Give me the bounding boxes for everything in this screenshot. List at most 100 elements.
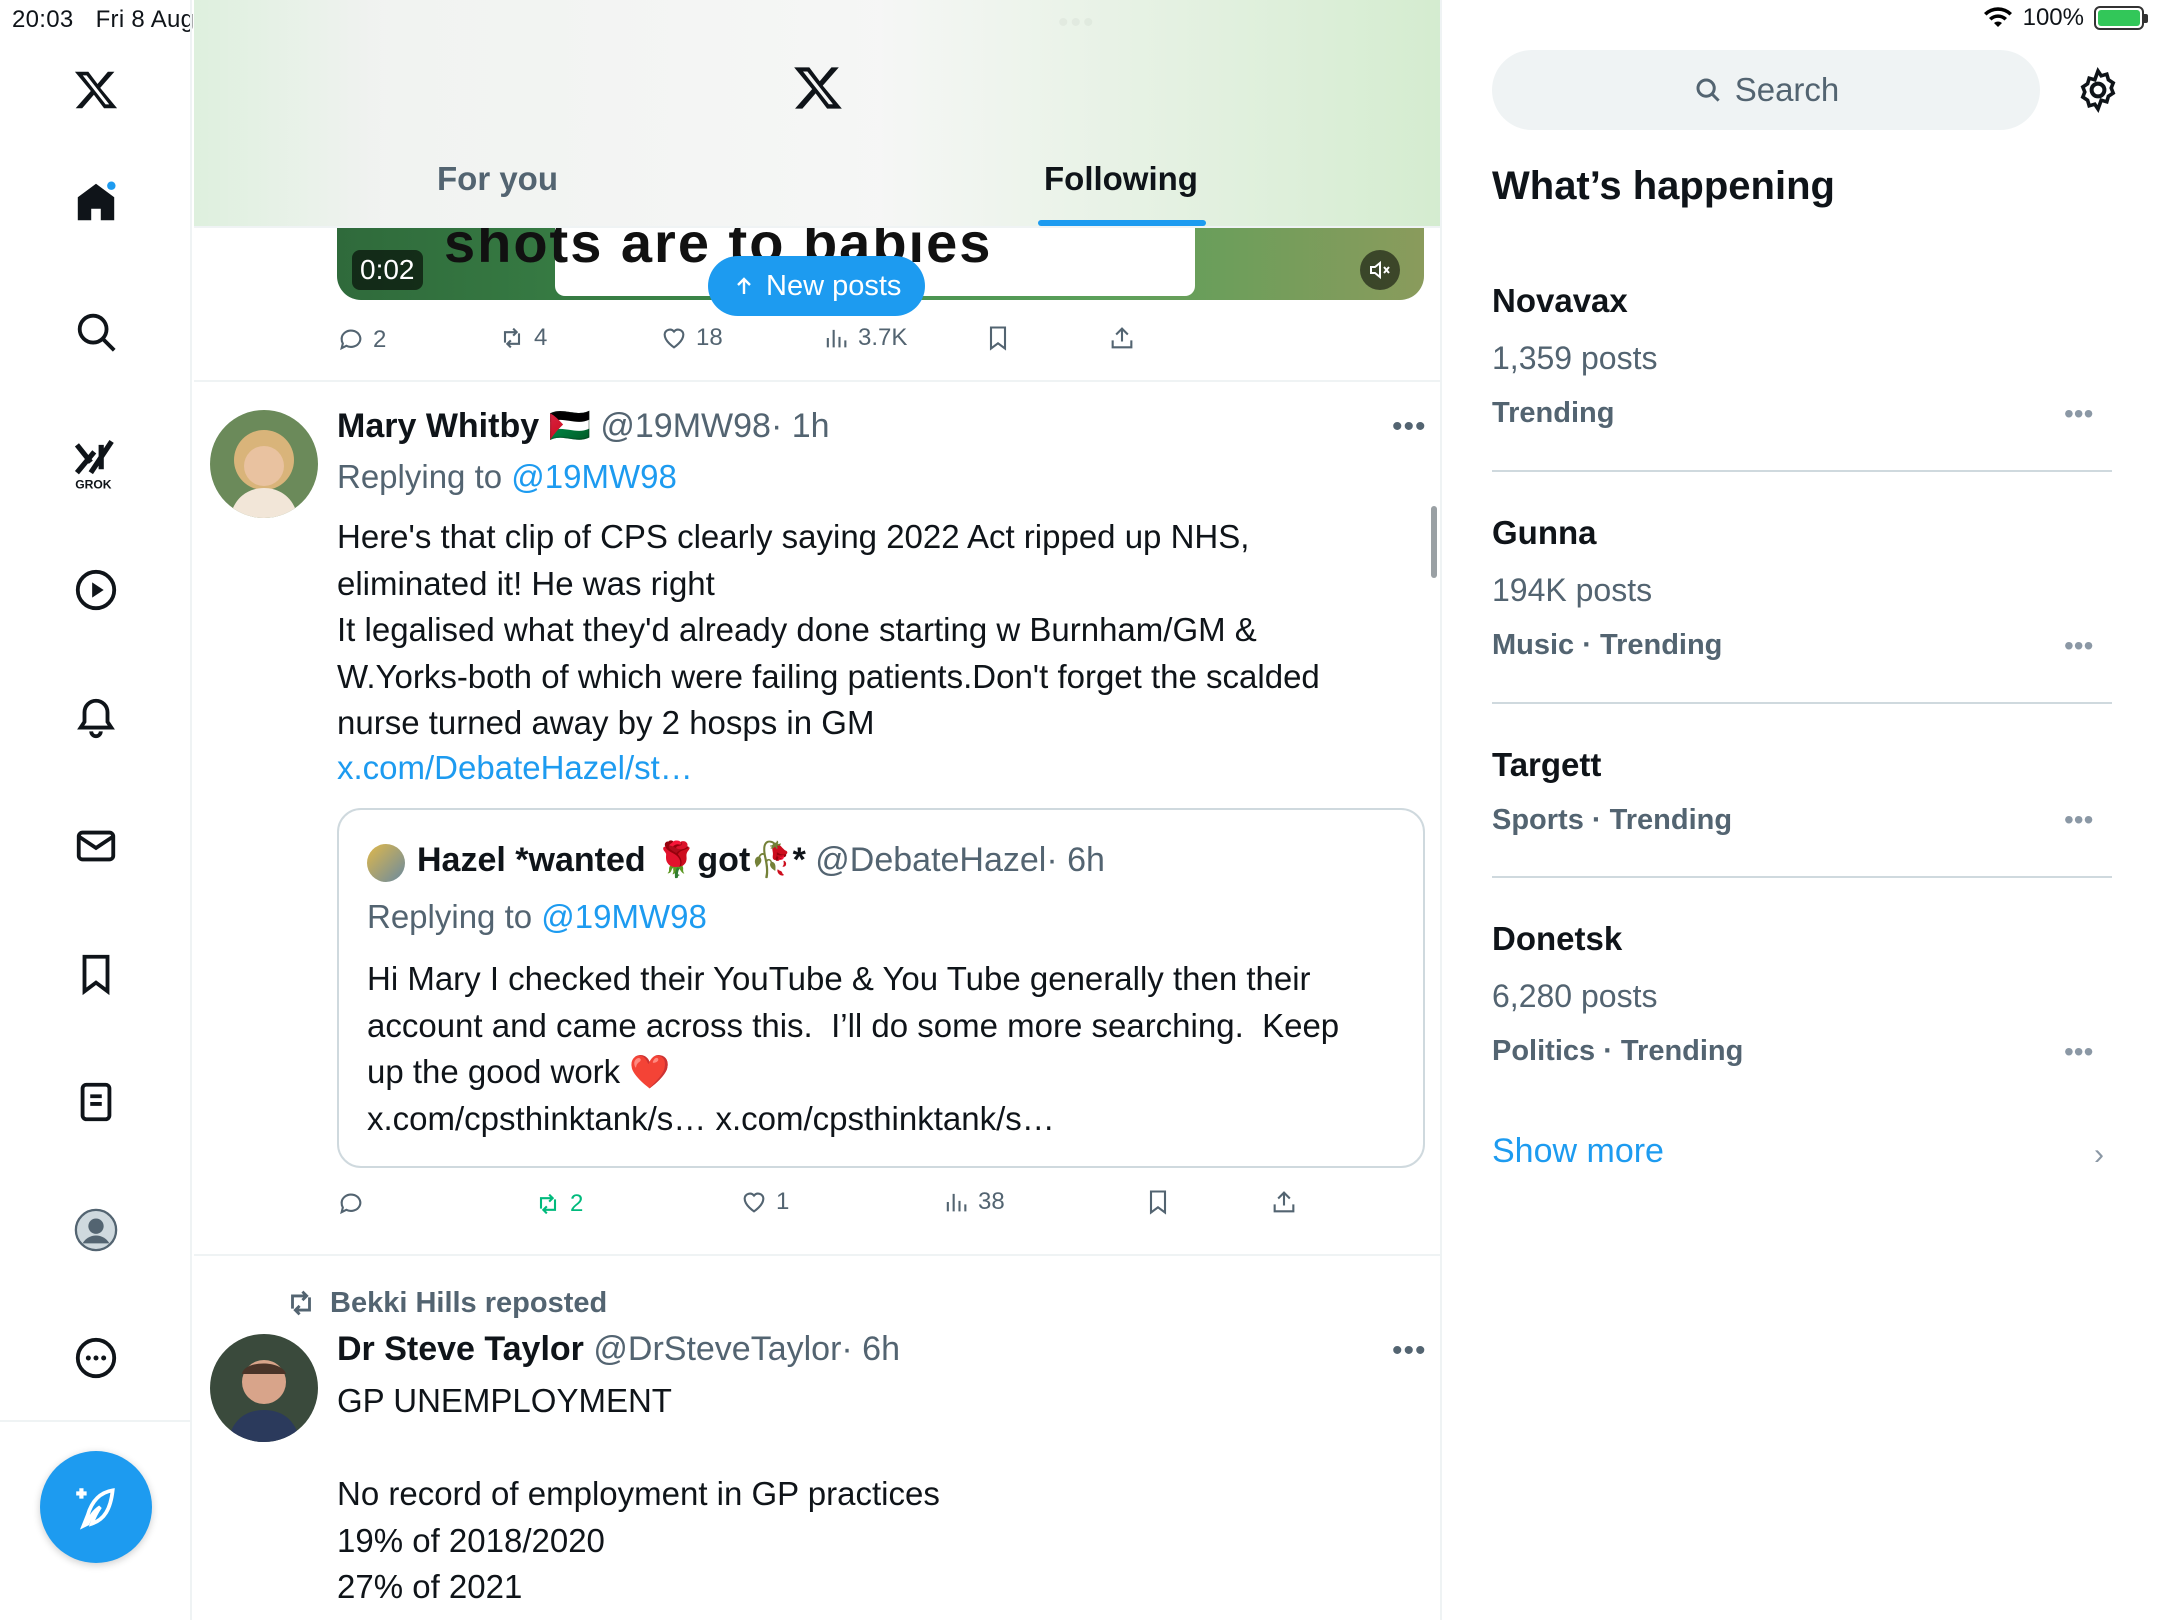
heart-icon (663, 328, 685, 349)
lists-icon[interactable] (66, 1072, 126, 1132)
post-time: · 1h (770, 407, 830, 445)
quote-replying-to-link[interactable]: @19MW98 (541, 898, 707, 935)
show-more-link[interactable]: Show more (1492, 1132, 1664, 1171)
chevron-right-icon: › (2094, 1138, 2104, 1171)
share-button[interactable] (1270, 1188, 1298, 1216)
like-count: 18 (696, 324, 723, 351)
repost-icon (503, 327, 521, 349)
timeline-header: For you Following (194, 0, 1440, 228)
tab-following[interactable]: Following (1044, 160, 1198, 198)
repost-icon (291, 1290, 311, 1316)
author-handle[interactable]: @19MW98 (600, 407, 771, 445)
explore-search-icon[interactable] (66, 302, 126, 362)
post-time: · 6h (841, 1330, 900, 1368)
trend-more-icon[interactable]: ••• (2064, 1036, 2093, 1068)
compose-post-button[interactable] (40, 1451, 152, 1563)
reply-button[interactable]: 2 (337, 326, 386, 354)
flag-emoji: 🇵🇸 (548, 407, 591, 445)
notifications-bell-icon[interactable] (66, 688, 126, 748)
trend-item[interactable]: Donetsk 6,280 posts Politics · Trending (1492, 920, 2112, 1068)
views-count: 3.7K (858, 324, 908, 351)
trend-posts: 6,280 posts (1492, 978, 1658, 1014)
quoted-post[interactable]: Hazel *wanted 🌹got🥀* @DebateHazel· 6h Re… (337, 808, 1425, 1168)
video-play-icon[interactable] (66, 560, 126, 620)
bookmark-button[interactable] (984, 324, 1012, 352)
x-logo-icon[interactable] (66, 60, 126, 120)
share-icon (1273, 1191, 1295, 1213)
bookmarks-icon[interactable] (66, 944, 126, 1004)
post-divider (194, 380, 1440, 382)
share-button[interactable] (1108, 324, 1136, 352)
repost-button[interactable]: 2 (534, 1190, 583, 1218)
views-button[interactable]: 3.7K (822, 324, 907, 352)
trend-more-icon[interactable]: ••• (2064, 630, 2093, 662)
post-more-icon[interactable]: ••• (1392, 1334, 1427, 1368)
bookmark-icon (1149, 1190, 1167, 1215)
x-logo-icon[interactable] (792, 62, 844, 114)
search-input[interactable]: Search (1492, 50, 2040, 130)
left-sidebar: GROK (0, 0, 192, 1620)
like-button[interactable]: 1 (740, 1188, 789, 1216)
trend-item[interactable]: Targett Sports · Trending (1492, 746, 2112, 837)
messages-envelope-icon[interactable] (66, 816, 126, 876)
replying-to-link[interactable]: @19MW98 (511, 458, 677, 495)
views-count: 38 (978, 1188, 1005, 1215)
svg-text:GROK: GROK (75, 477, 112, 490)
reply-button[interactable] (337, 1190, 373, 1218)
trend-more-icon[interactable]: ••• (2064, 804, 2093, 836)
reply-icon (340, 1193, 362, 1215)
search-placeholder: Search (1734, 71, 1840, 108)
quote-author-handle: @DebateHazel (815, 841, 1047, 879)
trend-name: Targett (1492, 746, 1602, 783)
trend-posts: 1,359 posts (1492, 340, 1658, 376)
trend-item[interactable]: Gunna 194K posts Music · Trending (1492, 514, 2112, 662)
trend-name: Gunna (1492, 514, 1597, 551)
trend-item[interactable]: Novavax 1,359 posts Trending (1492, 282, 2112, 430)
home-icon[interactable] (66, 172, 126, 232)
mute-icon[interactable] (1360, 250, 1400, 290)
scrollbar[interactable] (1431, 506, 1437, 578)
avatar[interactable] (210, 410, 318, 518)
repost-count: 4 (534, 324, 548, 351)
post-text: Here's that clip of CPS clearly saying 2… (337, 518, 1320, 741)
bookmark-button[interactable] (1144, 1188, 1172, 1216)
profile-avatar-icon[interactable] (66, 1200, 126, 1260)
new-posts-label: New posts (766, 269, 902, 302)
new-posts-button[interactable]: New posts (708, 256, 926, 316)
quote-avatar[interactable] (367, 844, 405, 882)
bookmark-icon (989, 326, 1007, 351)
search-icon (1696, 78, 1720, 102)
video-timestamp: 0:02 (352, 250, 423, 290)
quote-replying-to: Replying to @19MW98 (367, 898, 707, 936)
post-link[interactable]: x.com/DebateHazel/st… (337, 745, 693, 792)
trend-divider (1492, 876, 2112, 878)
more-options-icon[interactable] (66, 1328, 126, 1388)
trend-more-icon[interactable]: ••• (2064, 398, 2093, 430)
gear-icon[interactable] (2074, 66, 2122, 114)
trend-posts: 194K posts (1492, 572, 1653, 608)
post-more-icon[interactable]: ••• (1392, 410, 1427, 444)
arrow-up-icon (737, 277, 751, 294)
avatar[interactable] (210, 1334, 318, 1442)
views-chart-icon (946, 1193, 967, 1212)
trend-meta: Sports · Trending (1492, 804, 1733, 836)
replying-prefix: Replying to (337, 458, 503, 495)
share-icon (1111, 327, 1133, 349)
trend-divider (1492, 702, 2112, 704)
author-name[interactable]: Mary Whitby (337, 407, 539, 445)
author-handle[interactable]: @DrSteveTaylor (593, 1330, 841, 1368)
reply-icon (340, 329, 362, 351)
tab-for-you[interactable]: For you (437, 160, 558, 198)
repost-count: 2 (570, 1190, 584, 1217)
grok-icon[interactable]: GROK (66, 424, 126, 504)
reposted-by[interactable]: Bekki Hills reposted (330, 1287, 607, 1320)
trend-divider (1492, 470, 2112, 472)
quote-replying-prefix: Replying to (367, 898, 533, 935)
author-name[interactable]: Dr Steve Taylor (337, 1330, 584, 1368)
repost-button[interactable]: 4 (498, 324, 547, 352)
like-button[interactable]: 18 (660, 324, 723, 352)
timeline-column: shots are to babies 0:02 New posts 2 4 1… (194, 0, 1442, 1620)
views-button[interactable]: 38 (942, 1188, 1005, 1216)
trend-name: Novavax (1492, 282, 1628, 319)
sidebar-divider (0, 1420, 192, 1422)
